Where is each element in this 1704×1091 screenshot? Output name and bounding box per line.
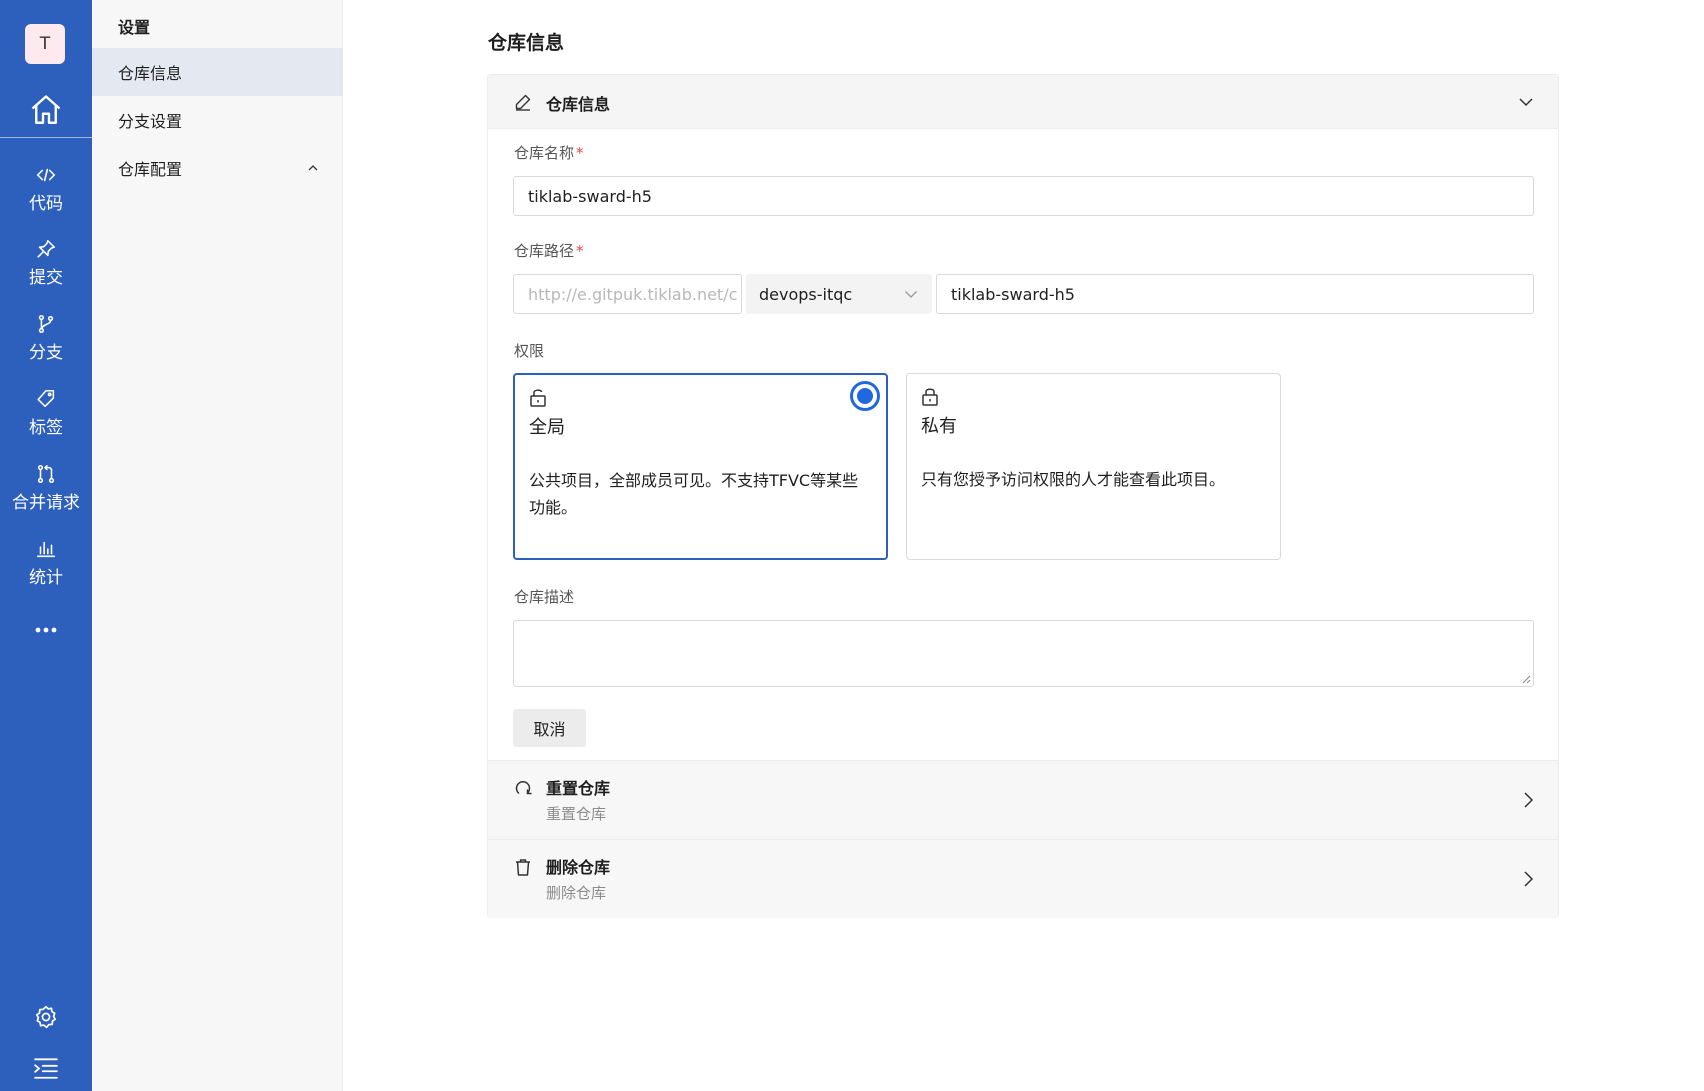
rail-item-stats[interactable]: 统计 [0,538,92,588]
trash-icon [516,859,530,876]
more-icon[interactable] [30,618,62,642]
resize-grip-icon[interactable] [1522,675,1531,684]
repo-name-input[interactable]: tiklab-sward-h5 [513,176,1534,216]
permission-option-public[interactable]: 全局 公共项目，全部成员可见。不支持TFVC等某些功能。 [513,373,888,560]
rail-item-label: 代码 [29,194,63,214]
permission-option-private[interactable]: 私有 只有您授予访问权限的人才能查看此项目。 [906,373,1281,560]
chevron-right-icon [1524,792,1534,808]
avatar[interactable]: T [25,24,65,64]
path-prefix-input[interactable]: http://e.gitpuk.tiklab.net/c [513,274,742,314]
permission-public-title: 全局 [529,417,565,438]
subnav-item-label: 仓库信息 [118,64,183,83]
required-mark: * [576,242,584,260]
chevron-down-icon [905,291,917,298]
subnav-item-branch-settings[interactable]: 分支设置 [92,96,343,144]
subnav-title: 设置 [118,18,151,37]
repo-desc-label: 仓库描述 [514,588,575,606]
chevron-right-icon [1524,871,1534,887]
collapse-menu-icon[interactable] [33,1056,59,1080]
permission-private-title: 私有 [921,416,957,437]
path-name-input[interactable]: tiklab-sward-h5 [936,274,1534,314]
cancel-button[interactable]: 取消 [513,709,586,747]
settings-subnav: 设置 仓库信息 分支设置 仓库配置 [92,0,343,1091]
chevron-up-icon [308,165,318,171]
path-group-select[interactable]: devops-itqc [746,274,932,314]
rail-item-label: 提交 [29,268,63,288]
row-title: 删除仓库 [546,858,611,877]
rail-item-label: 统计 [29,568,63,588]
merge-request-icon [37,464,55,484]
row-subtitle: 重置仓库 [546,805,607,823]
lock-icon [922,388,938,406]
rail-item-code[interactable]: 代码 [0,164,92,214]
permission-private-desc: 只有您授予访问权限的人才能查看此项目。 [921,470,1226,489]
rail-item-merge-request[interactable]: 合并请求 [0,463,92,513]
repo-desc-textarea[interactable] [513,620,1534,687]
chevron-down-icon [1519,98,1533,107]
repo-info-section-header[interactable]: 仓库信息 [488,75,1558,129]
row-title: 重置仓库 [546,779,611,798]
required-mark: * [576,144,584,162]
repo-name-label-text: 仓库名称 [514,144,575,162]
repo-info-card: 仓库信息 仓库名称 * tiklab-sward-h5 仓库路径 * http://… [487,74,1559,918]
rail-item-branch[interactable]: 分支 [0,313,92,363]
rail-item-label: 分支 [29,343,63,363]
radio-selected[interactable] [850,381,880,411]
rail-item-tag[interactable]: 标签 [0,388,92,438]
code-icon [36,168,56,182]
rail-divider [0,137,92,138]
subnav-item-label: 仓库配置 [118,160,183,179]
edit-icon [515,94,531,111]
delete-repo-row[interactable]: 删除仓库 删除仓库 [488,839,1558,918]
unlock-icon [530,389,546,407]
subnav-item-repo-config[interactable]: 仓库配置 [92,144,343,192]
pin-icon [37,239,56,258]
gear-icon[interactable] [33,1004,59,1030]
subnav-item-label: 分支设置 [118,112,183,131]
subnav-item-repo-info[interactable]: 仓库信息 [92,48,343,96]
reset-icon [515,781,532,795]
tag-icon [37,389,55,408]
permission-label: 权限 [514,342,545,360]
branch-icon [38,314,54,334]
rail-item-commit[interactable]: 提交 [0,238,92,288]
row-subtitle: 删除仓库 [546,884,607,902]
section-header-title: 仓库信息 [546,95,611,114]
left-rail: T 代码 提交 分支 标签 合并请求 统计 [0,0,92,1091]
path-group-value: devops-itqc [759,284,853,304]
reset-repo-row[interactable]: 重置仓库 重置仓库 [488,760,1558,839]
repo-name-label: 仓库名称 * [514,142,584,163]
repo-path-label: 仓库路径 * [514,240,584,261]
repo-path-label-text: 仓库路径 [514,242,575,260]
bar-chart-icon [36,541,56,558]
home-icon[interactable] [28,92,64,128]
rail-item-label: 标签 [29,418,63,438]
rail-item-label: 合并请求 [12,493,80,513]
permission-public-desc: 公共项目，全部成员可见。不支持TFVC等某些功能。 [529,471,859,517]
page-title: 仓库信息 [488,32,565,54]
